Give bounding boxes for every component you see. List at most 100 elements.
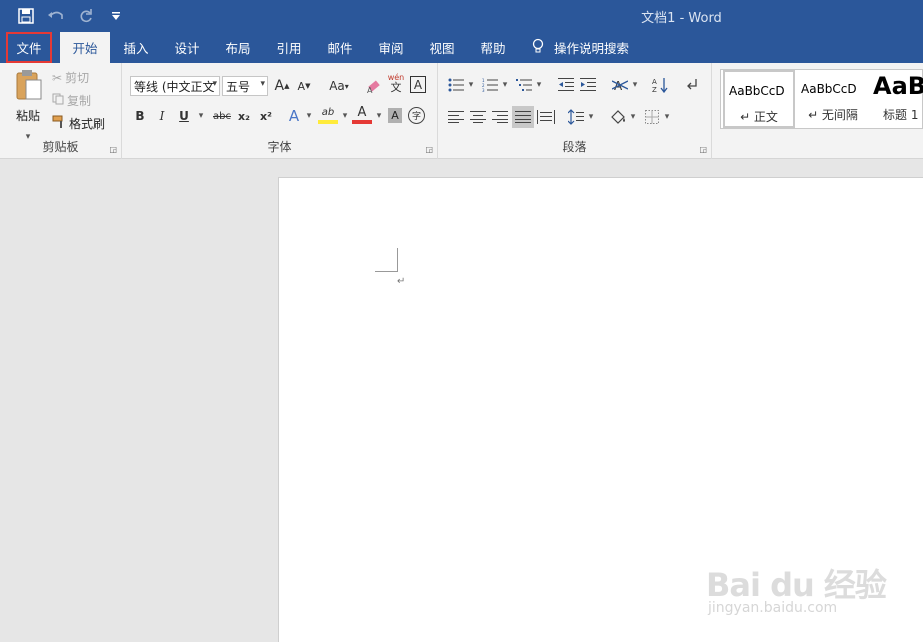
style-name: ↵ 正文 <box>740 110 778 124</box>
tell-me-search[interactable]: 操作说明搜索 <box>532 32 629 63</box>
font-size-value: 五号 <box>226 79 251 94</box>
paste-button[interactable]: 粘贴 ▾ <box>10 69 46 147</box>
chevron-down-icon: ▾ <box>212 79 217 89</box>
scissors-icon: ✂ <box>52 70 63 85</box>
tell-me-label: 操作说明搜索 <box>554 41 630 56</box>
line-spacing-icon[interactable] <box>566 107 586 127</box>
svg-text:Z: Z <box>652 86 657 93</box>
copy-icon <box>52 93 64 108</box>
character-border-button[interactable]: A <box>410 76 426 93</box>
clipboard-group-label: 剪贴板 <box>42 140 79 154</box>
tab-mailings[interactable]: 邮件 <box>316 32 364 63</box>
dialog-launcher-icon[interactable]: ◲ <box>109 145 117 154</box>
align-left-icon[interactable] <box>446 107 466 127</box>
watermark-url: jingyan.baidu.com <box>708 600 838 616</box>
tab-insert[interactable]: 插入 <box>112 32 160 63</box>
chinese-layout-icon[interactable]: A <box>610 75 630 95</box>
font-size-combo[interactable]: 五号 ▾ <box>222 76 268 96</box>
copy-button[interactable]: 复制 <box>52 92 91 109</box>
chevron-down-icon[interactable]: ▾ <box>628 107 638 127</box>
chevron-down-icon: ▾ <box>260 79 265 89</box>
style-heading-1[interactable]: AaB 标题 1 <box>869 70 923 128</box>
shrink-font-button[interactable]: A ▼ <box>294 76 314 96</box>
format-painter-button[interactable]: 格式刷 <box>52 115 105 132</box>
format-painter-label: 格式刷 <box>69 117 106 131</box>
paragraph-group: ▾ 123 ▾ ▾ A ▾ AZ <box>438 63 712 159</box>
tab-view[interactable]: 视图 <box>418 32 466 63</box>
tab-layout[interactable]: 布局 <box>214 32 262 63</box>
phonetic-guide-button[interactable]: wén 文 <box>386 73 406 93</box>
font-name-combo[interactable]: 等线 (中文正文 ▾ <box>130 76 220 96</box>
chevron-down-icon[interactable]: ▾ <box>196 106 206 126</box>
decrease-indent-icon[interactable] <box>556 75 576 95</box>
font-group-label: 字体 <box>267 140 292 154</box>
tab-references[interactable]: 引用 <box>265 32 313 63</box>
justify-icon[interactable] <box>512 106 534 128</box>
style-name: 标题 1 <box>883 108 919 122</box>
chevron-down-icon[interactable]: ▾ <box>304 106 314 126</box>
style-normal[interactable]: AaBbCcD​ ↵ 正文 <box>723 70 795 128</box>
strikethrough-button[interactable]: abc <box>210 106 234 126</box>
margin-corner-mark <box>375 271 398 272</box>
show-marks-icon[interactable] <box>682 75 702 95</box>
superscript-button[interactable]: x² <box>256 106 276 126</box>
clipboard-group: 粘贴 ▾ ✂ 剪切 复制 格式刷 剪贴板 ◲ <box>0 63 122 159</box>
highlight-button[interactable]: ab <box>318 104 338 124</box>
chevron-down-icon[interactable]: ▾ <box>630 75 640 95</box>
align-right-icon[interactable] <box>490 107 510 127</box>
sort-icon[interactable]: AZ <box>650 75 670 95</box>
tab-file[interactable]: 文件 <box>6 32 52 63</box>
clear-formatting-icon[interactable]: A <box>364 76 384 96</box>
chevron-down-icon[interactable]: ▾ <box>586 107 596 127</box>
chevron-down-icon[interactable]: ▾ <box>662 107 672 127</box>
enclose-characters-button[interactable]: 字 <box>408 107 425 124</box>
distributed-icon[interactable] <box>536 107 556 127</box>
character-shading-button[interactable]: A <box>388 108 402 123</box>
chevron-down-icon[interactable]: ▾ <box>466 75 476 95</box>
subscript-button[interactable]: x₂ <box>234 106 254 126</box>
styles-gallery: AaBbCcD​ ↵ 正文 AaBbCcD​ ↵ 无间隔 AaB 标题 1 <box>720 69 923 129</box>
baidu-watermark: Bai du 经验 jingyan.baidu.com <box>706 560 916 632</box>
increase-indent-icon[interactable] <box>578 75 598 95</box>
tab-home[interactable]: 开始 <box>60 32 110 63</box>
lightbulb-icon <box>532 38 544 57</box>
bold-button[interactable]: B <box>130 106 150 126</box>
cut-button[interactable]: ✂ 剪切 <box>52 69 89 86</box>
font-group: 等线 (中文正文 ▾ 五号 ▾ A ▲ A ▼ Aa ▾ A wén 文 A B I … <box>122 63 438 159</box>
style-no-spacing[interactable]: AaBbCcD​ ↵ 无间隔 <box>797 70 869 128</box>
dialog-launcher-icon[interactable]: ◲ <box>699 145 707 154</box>
svg-text:3: 3 <box>482 88 485 92</box>
style-sample: AaB <box>873 72 923 100</box>
underline-button[interactable]: U <box>174 106 194 126</box>
svg-text:A: A <box>367 86 373 94</box>
italic-button[interactable]: I <box>152 106 172 126</box>
tab-review[interactable]: 审阅 <box>367 32 415 63</box>
chevron-down-icon[interactable]: ▾ <box>374 106 384 126</box>
font-color-button[interactable]: A <box>352 104 372 124</box>
title-bar: 文档1 - Word <box>0 0 923 32</box>
cut-label: 剪切 <box>65 71 90 85</box>
multilevel-list-icon[interactable] <box>514 75 534 95</box>
change-case-button[interactable]: Aa ▾ <box>324 76 354 96</box>
ribbon-tabs: 文件 开始 插入 设计 布局 引用 邮件 审阅 视图 帮助 操作说明搜索 <box>0 32 923 63</box>
style-name: ↵ 无间隔 <box>808 108 858 122</box>
clipboard-icon <box>13 69 43 104</box>
chevron-down-icon[interactable]: ▾ <box>340 106 350 126</box>
dialog-launcher-icon[interactable]: ◲ <box>425 145 433 154</box>
align-center-icon[interactable] <box>468 107 488 127</box>
chevron-down-icon[interactable]: ▾ <box>500 75 510 95</box>
text-effects-button[interactable]: A <box>284 106 304 126</box>
tab-design[interactable]: 设计 <box>163 32 211 63</box>
shading-icon[interactable] <box>608 107 628 127</box>
copy-label: 复制 <box>67 94 92 108</box>
paintbrush-icon <box>52 115 66 132</box>
borders-icon[interactable] <box>642 107 662 127</box>
document-title: 文档1 - Word <box>641 11 722 26</box>
tab-help[interactable]: 帮助 <box>469 32 517 63</box>
style-sample: AaBbCcD​ <box>729 84 785 98</box>
numbering-icon[interactable]: 123 <box>480 75 500 95</box>
grow-font-button[interactable]: A ▲ <box>272 76 292 96</box>
ribbon-home: 粘贴 ▾ ✂ 剪切 复制 格式刷 剪贴板 ◲ 等线 (中文正文 ▾ 五号 ▾ A… <box>0 63 923 159</box>
chevron-down-icon[interactable]: ▾ <box>534 75 544 95</box>
bullets-icon[interactable] <box>446 75 466 95</box>
